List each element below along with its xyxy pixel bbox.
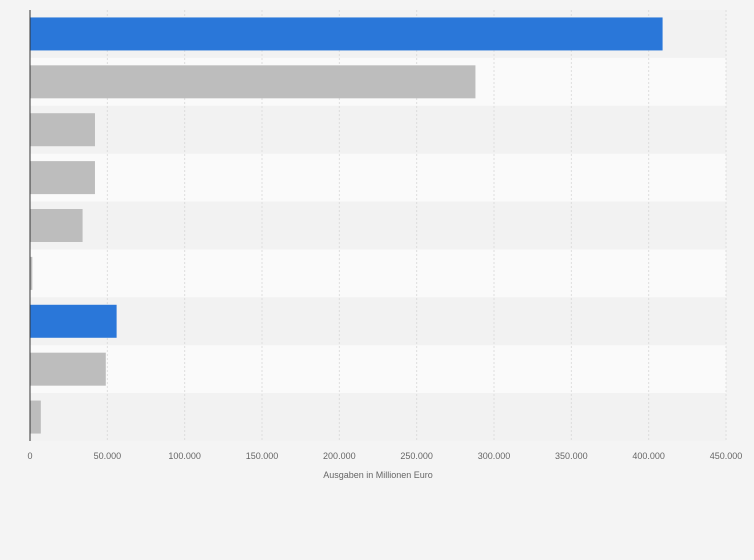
x-tick-label: 300.000 xyxy=(478,451,511,461)
x-tick-label: 350.000 xyxy=(555,451,588,461)
x-tick-label: 50.000 xyxy=(94,451,122,461)
x-tick-label: 0 xyxy=(27,451,32,461)
bar xyxy=(30,209,83,242)
row-band xyxy=(30,393,726,441)
x-axis-title: Ausgaben in Millionen Euro xyxy=(323,470,433,480)
bar xyxy=(30,65,476,99)
bar xyxy=(30,352,106,386)
x-tick-label: 150.000 xyxy=(246,451,279,461)
bar xyxy=(30,17,663,51)
x-tick-label: 400.000 xyxy=(632,451,665,461)
row-band xyxy=(30,201,726,250)
row-band xyxy=(30,297,726,346)
bar xyxy=(30,161,95,195)
bar-chart: 0 50.000 100.000 150.000 200.000 250.000 300.0… xyxy=(0,0,754,560)
row-band xyxy=(30,345,726,394)
x-tick-label: 450.000 xyxy=(710,451,743,461)
x-tick-label: 250.000 xyxy=(400,451,433,461)
row-band xyxy=(30,105,726,154)
bar xyxy=(30,113,95,147)
x-tick-label: 200.000 xyxy=(323,451,356,461)
row-band xyxy=(30,249,726,298)
bar xyxy=(30,304,117,338)
x-tick-label: 100.000 xyxy=(168,451,201,461)
bar xyxy=(30,400,41,434)
row-band xyxy=(30,153,726,202)
